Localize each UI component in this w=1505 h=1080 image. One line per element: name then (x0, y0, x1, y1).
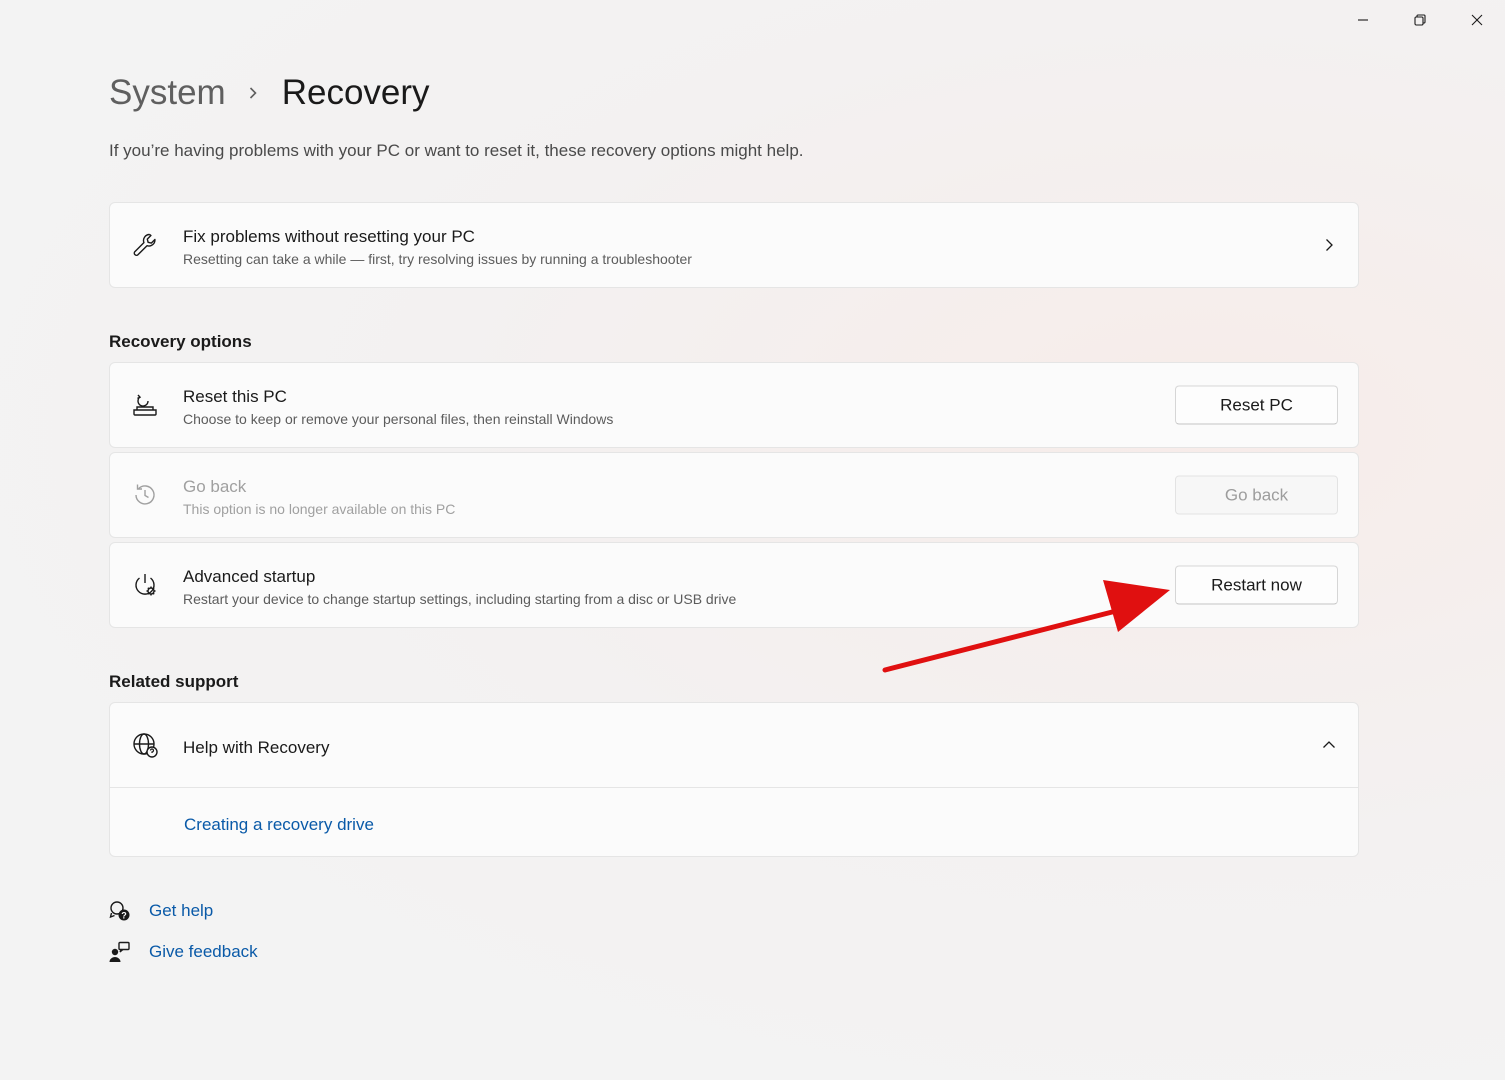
go-back-button: Go back (1175, 475, 1338, 515)
close-button[interactable] (1448, 0, 1505, 40)
fix-problems-title: Fix problems without resetting your PC (183, 227, 475, 246)
help-with-recovery-header[interactable]: Help with Recovery (110, 703, 1358, 787)
breadcrumb-system[interactable]: System (109, 68, 226, 118)
restart-now-button[interactable]: Restart now (1175, 565, 1338, 605)
reset-pc-title: Reset this PC (183, 387, 287, 406)
reset-pc-subtitle: Choose to keep or remove your personal f… (183, 411, 614, 427)
chevron-right-icon (1322, 238, 1336, 252)
wrench-icon (131, 231, 159, 259)
fix-problems-card[interactable]: Fix problems without resetting your PC R… (109, 202, 1359, 288)
related-support-heading: Related support (109, 672, 239, 691)
advanced-startup-subtitle: Restart your device to change startup se… (183, 591, 737, 607)
minimize-icon (1357, 19, 1368, 21)
go-back-title: Go back (183, 477, 247, 496)
reset-pc-button[interactable]: Reset PC (1175, 385, 1338, 425)
chevron-up-icon[interactable] (1322, 738, 1336, 752)
history-icon (131, 481, 159, 509)
advanced-startup-title: Advanced startup (183, 567, 316, 586)
advanced-startup-card: Advanced startup Restart your device to … (109, 542, 1359, 628)
help-with-recovery-card: Help with Recovery Creating a recovery d… (109, 702, 1359, 857)
breadcrumb: System Recovery (109, 68, 430, 118)
fix-problems-subtitle: Resetting can take a while — first, try … (183, 251, 692, 267)
title-bar (1334, 0, 1505, 40)
get-help-icon: ? (109, 900, 131, 922)
close-icon (1471, 14, 1482, 26)
go-back-subtitle: This option is no longer available on th… (183, 501, 456, 517)
give-feedback-icon (109, 941, 131, 963)
divider (110, 787, 1358, 788)
restore-button[interactable] (1391, 0, 1448, 40)
get-help-link[interactable]: Get help (149, 901, 213, 921)
give-feedback-link-row[interactable]: Give feedback (109, 941, 258, 963)
page-description: If you’re having problems with your PC o… (109, 141, 804, 160)
restore-icon (1413, 14, 1426, 26)
advanced-startup-icon (131, 571, 159, 599)
annotation-arrow (882, 580, 1170, 673)
reset-pc-icon (131, 391, 159, 419)
svg-text:?: ? (121, 911, 127, 921)
chevron-right-icon (246, 86, 260, 100)
go-back-card: Go back This option is no longer availab… (109, 452, 1359, 538)
recovery-options-heading: Recovery options (109, 332, 252, 351)
page-title: Recovery (281, 73, 430, 112)
minimize-button[interactable] (1334, 0, 1391, 40)
reset-pc-card: Reset this PC Choose to keep or remove y… (109, 362, 1359, 448)
globe-help-icon (131, 731, 159, 759)
give-feedback-link[interactable]: Give feedback (149, 942, 258, 962)
creating-recovery-drive-link[interactable]: Creating a recovery drive (184, 815, 374, 835)
get-help-link-row[interactable]: ? Get help (109, 900, 213, 922)
help-with-recovery-title: Help with Recovery (183, 738, 330, 757)
